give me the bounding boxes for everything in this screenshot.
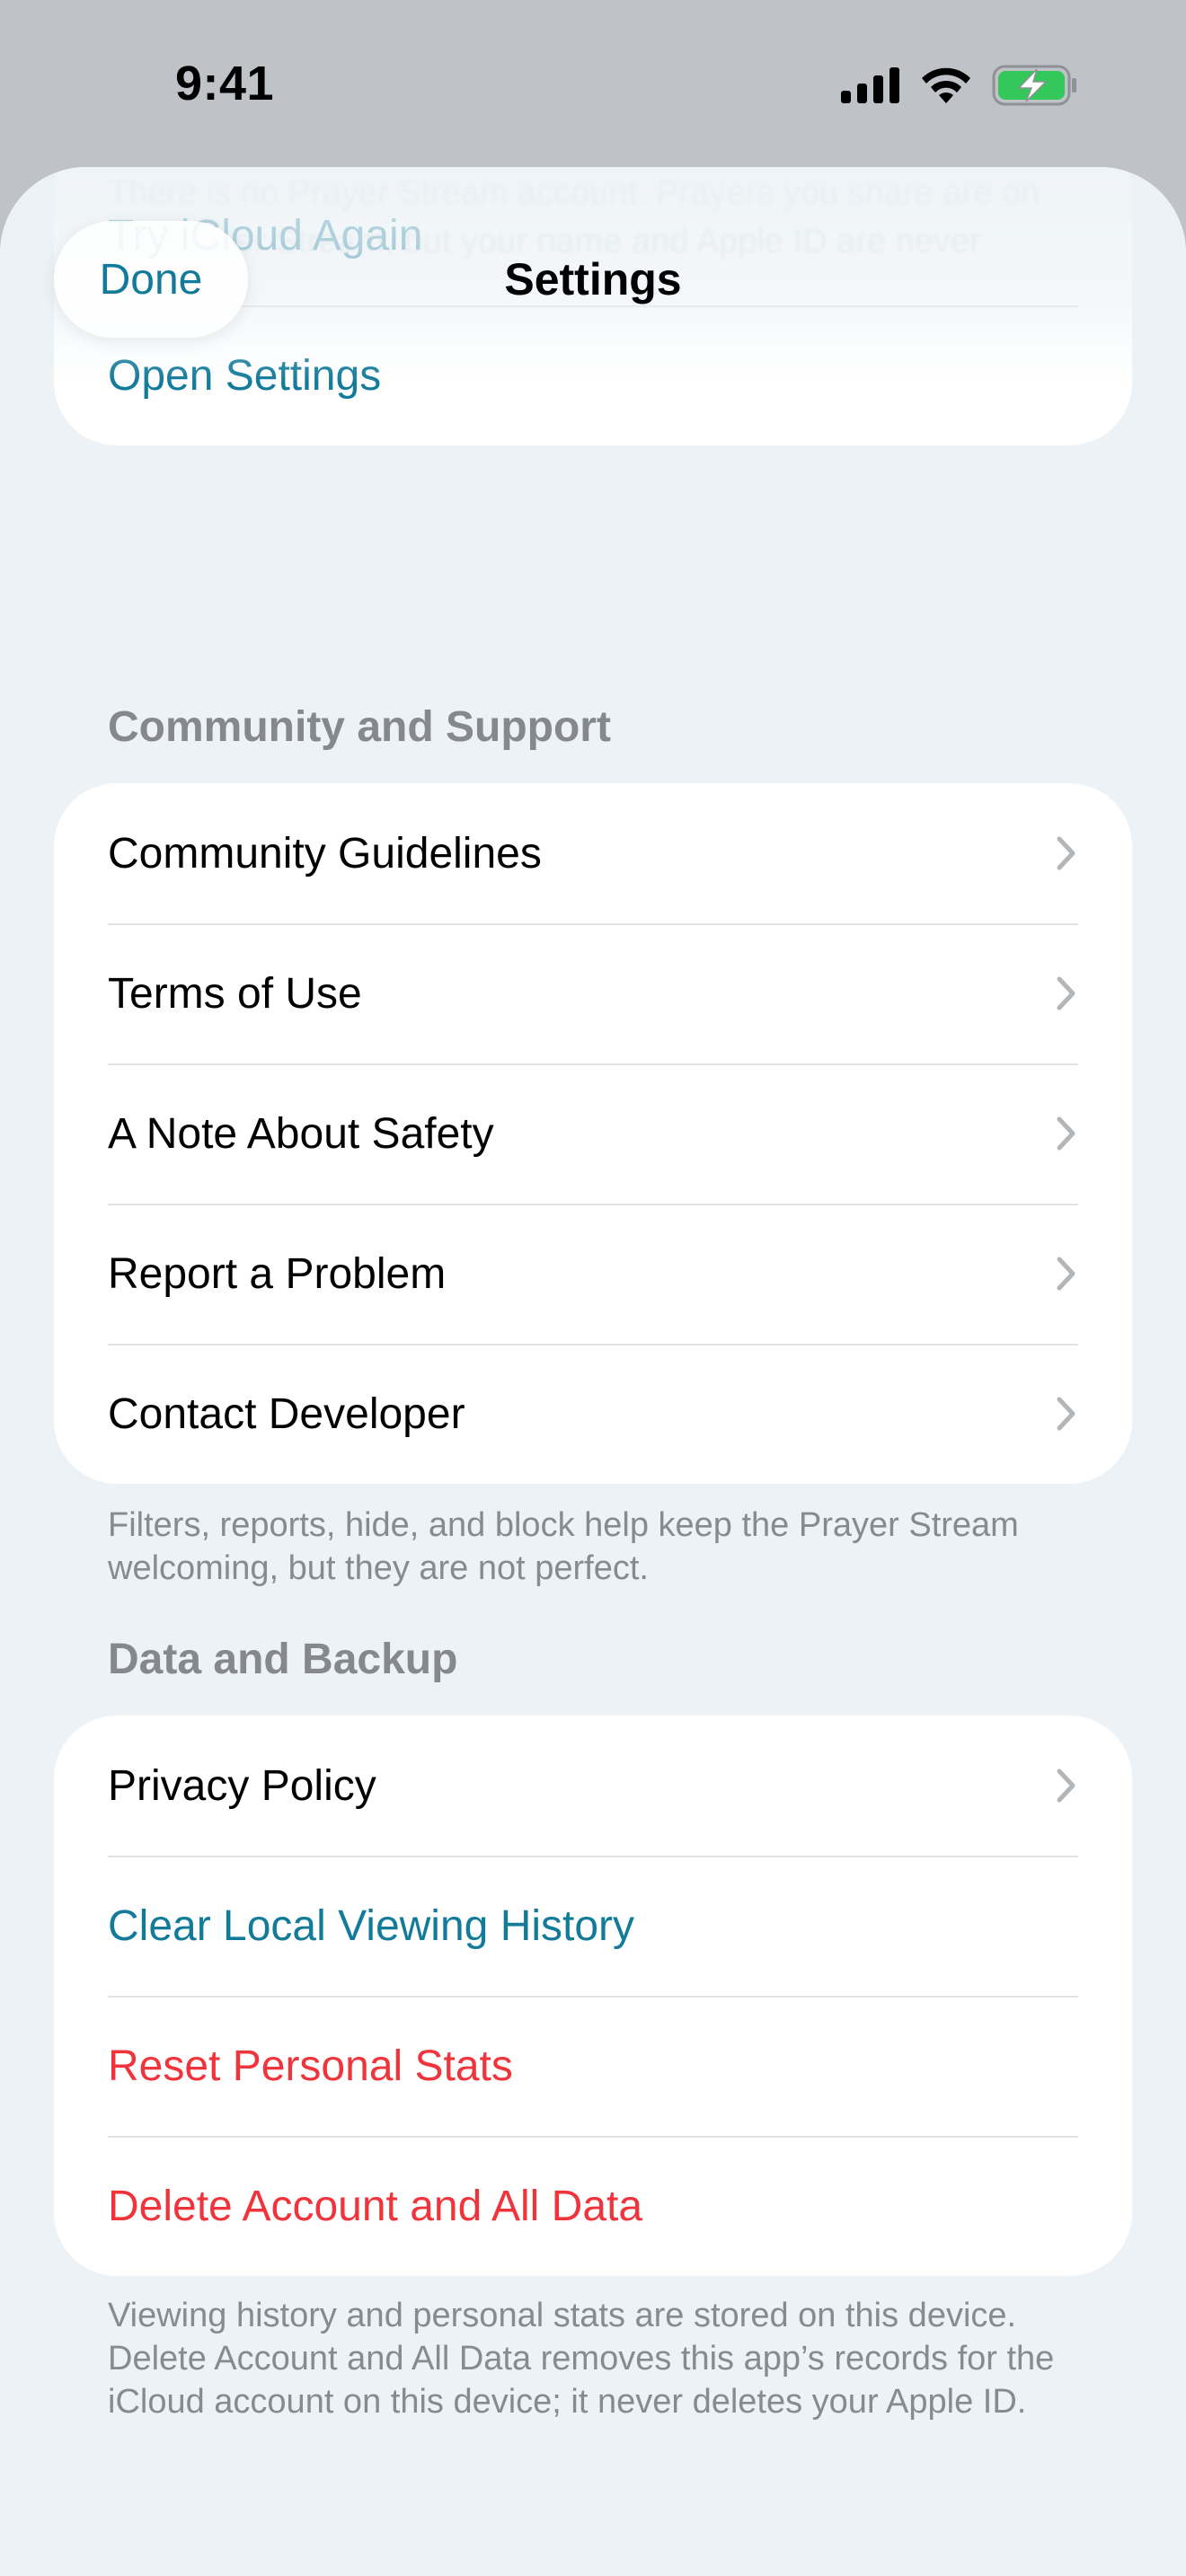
report-problem-row[interactable]: Report a Problem (54, 1204, 1132, 1344)
section-header-data-backup: Data and Backup (108, 1636, 458, 1683)
contact-developer-label: Contact Developer (108, 1389, 465, 1438)
done-button[interactable]: Done (54, 221, 248, 338)
status-icons (841, 63, 1078, 108)
terms-of-use-label: Terms of Use (108, 969, 362, 1018)
delete-account-button[interactable]: Delete Account and All Data (54, 2136, 1132, 2276)
chevron-right-icon (1057, 1397, 1075, 1431)
try-icloud-again-label: Try iCloud Again (108, 211, 423, 260)
community-guidelines-row[interactable]: Community Guidelines (54, 783, 1132, 923)
wifi-icon (920, 66, 972, 104)
open-settings-label: Open Settings (108, 351, 382, 400)
chevron-right-icon (1057, 836, 1075, 870)
clear-viewing-history-label: Clear Local Viewing History (108, 1901, 635, 1950)
community-card: Community Guidelines Terms of Use A Note… (54, 783, 1132, 1484)
chevron-right-icon (1057, 1116, 1075, 1151)
report-problem-label: Report a Problem (108, 1249, 447, 1298)
status-time: 9:41 (174, 57, 275, 110)
cellular-signal-icon (841, 67, 900, 103)
contact-developer-row[interactable]: Contact Developer (54, 1344, 1132, 1484)
community-footer-note: Filters, reports, hide, and block help k… (108, 1506, 1019, 1587)
clear-viewing-history-button[interactable]: Clear Local Viewing History (54, 1856, 1132, 1996)
battery-charging-icon (992, 65, 1078, 106)
data-backup-footer-note: Viewing history and personal stats are s… (108, 2297, 1055, 2421)
note-about-safety-row[interactable]: A Note About Safety (54, 1063, 1132, 1204)
chevron-right-icon (1057, 1769, 1075, 1803)
data-backup-card: Privacy Policy Clear Local Viewing Histo… (54, 1716, 1132, 2276)
privacy-policy-label: Privacy Policy (108, 1761, 376, 1810)
settings-sheet: Try iCloud Again Open Settings There is … (0, 167, 1186, 2576)
chevron-right-icon (1057, 1257, 1075, 1291)
delete-account-label: Delete Account and All Data (108, 2182, 643, 2230)
reset-personal-stats-label: Reset Personal Stats (108, 2042, 513, 2090)
status-bar: 9:41 (0, 0, 1186, 167)
community-guidelines-label: Community Guidelines (108, 829, 542, 878)
chevron-right-icon (1057, 976, 1075, 1010)
privacy-policy-row[interactable]: Privacy Policy (54, 1716, 1132, 1856)
note-about-safety-label: A Note About Safety (108, 1109, 494, 1158)
terms-of-use-row[interactable]: Terms of Use (54, 923, 1132, 1063)
section-header-community: Community and Support (108, 703, 611, 751)
reset-personal-stats-button[interactable]: Reset Personal Stats (54, 1996, 1132, 2136)
